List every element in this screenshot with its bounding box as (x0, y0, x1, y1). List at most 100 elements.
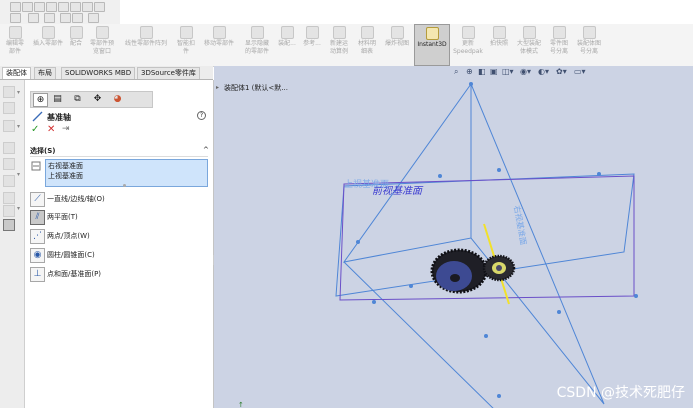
feature-icon[interactable] (3, 120, 15, 132)
cylinder-icon: ◉ (30, 248, 45, 263)
right-plane[interactable] (342, 82, 605, 405)
ok-button[interactable]: ✓ (31, 124, 39, 135)
help-icon[interactable]: ? (197, 111, 206, 120)
tab-assembly[interactable]: 装配体 (2, 67, 31, 79)
save-icon[interactable] (34, 2, 45, 12)
reference-geometry-button[interactable]: 参考... (300, 24, 324, 66)
property-manager-title: 基准轴 (47, 113, 71, 122)
dim-expert-tab-icon[interactable]: ✥ (91, 93, 104, 105)
view-icon[interactable] (60, 13, 71, 23)
option-line-edge-axis[interactable]: ⟋ 一直线/边线/轴(O) (30, 192, 200, 207)
print-icon[interactable] (46, 2, 57, 12)
new-motion-study-button[interactable]: 新建运 动算例 (326, 24, 352, 66)
selection-item[interactable]: 右视基准面 (48, 161, 205, 171)
display-manager-tab-icon[interactable]: ◕ (111, 93, 124, 105)
instant3d-icon (425, 27, 439, 40)
line-edge-icon: ⟋ (30, 192, 45, 207)
origin-triad-icon: ↑ (238, 401, 244, 408)
undo-icon[interactable] (58, 2, 69, 12)
feature-icon[interactable] (3, 86, 15, 98)
reference-geometry-icon (305, 26, 319, 39)
show-hidden-button[interactable]: 显示隐藏 的零部件 (240, 24, 274, 66)
feature-icon[interactable] (3, 102, 15, 114)
open-icon[interactable] (22, 2, 33, 12)
reference-geometry-icon[interactable] (3, 219, 15, 231)
feature-icon[interactable] (3, 192, 15, 204)
mate-icon (69, 26, 83, 39)
move-component-button[interactable]: 移动零部件 (200, 24, 238, 66)
plane-handles (356, 82, 638, 398)
pin-button[interactable]: ⇥ (62, 124, 70, 134)
file-props-icon[interactable] (10, 13, 21, 23)
speedpak-button[interactable]: 更新 Speedpak (452, 24, 484, 66)
large-assembly-icon (522, 26, 536, 39)
feature-icon[interactable] (3, 142, 15, 154)
bom-button[interactable]: 材料明 细表 (354, 24, 380, 66)
exploded-view-button[interactable]: 爆炸视图 (382, 24, 412, 66)
move-component-icon (212, 26, 226, 39)
selection-list[interactable]: 右视基准面 上视基准面 (45, 159, 208, 187)
exploded-view-icon (390, 26, 404, 39)
graphics-viewport[interactable]: ⌕ ⊕ ◧ ▣ ◫▾ ◉▾ ◐▾ ✿▾ ▭▾ ▸ 装配体1 (默认<默... 前… (214, 66, 693, 408)
watermark: CSDN @技术死肥仔 (556, 385, 685, 401)
feature-icon[interactable] (3, 205, 15, 217)
display-icon[interactable] (88, 13, 99, 23)
left-feature-strip: ▾ ▾ ▾ ▾ (0, 80, 25, 408)
edit-part-button[interactable]: 编辑零 部件 (2, 24, 28, 66)
two-planes-icon: ⫽ (30, 210, 45, 225)
feature-icon[interactable] (3, 175, 15, 187)
show-hidden-icon (250, 26, 264, 39)
assembly-features-button[interactable]: 装配... (276, 24, 298, 66)
right-plane-label: 右视基准面 (512, 205, 529, 246)
mate-button[interactable]: 配合 (68, 24, 84, 66)
linear-pattern-button[interactable]: 线性零部件阵列 (120, 24, 172, 66)
two-points-icon: ⋰ (30, 229, 45, 244)
insert-component-button[interactable]: 插入零部件 (29, 24, 67, 66)
options-icon[interactable] (94, 2, 105, 12)
option-point-and-face[interactable]: ⊥ 点和面/基准面(P) (30, 267, 200, 282)
sketch-icon[interactable] (28, 13, 39, 23)
tab-layout[interactable]: 布局 (34, 67, 56, 79)
option-two-points[interactable]: ⋰ 两点/顶点(W) (30, 229, 200, 244)
large-assembly-button[interactable]: 大型装配 体模式 (513, 24, 545, 66)
smart-fasteners-icon (179, 26, 193, 39)
component-preview-icon (95, 26, 109, 39)
smart-fasteners-button[interactable]: 智能扣件 (173, 24, 199, 66)
new-icon[interactable] (10, 2, 21, 12)
assembly-features-icon (280, 26, 294, 39)
smart-dim-icon[interactable] (44, 13, 55, 23)
large-gear[interactable] (430, 248, 488, 294)
point-face-icon: ⊥ (30, 267, 45, 282)
tab-mbd[interactable]: SOLIDWORKS MBD (61, 67, 136, 79)
insert-component-icon (41, 26, 55, 39)
selection-item[interactable]: 上视基准面 (48, 171, 205, 181)
settings-icon[interactable] (72, 13, 83, 23)
feature-tree-tab-icon[interactable]: ▤ (51, 93, 64, 105)
property-manager-tab-icon[interactable]: ⊕ (33, 93, 48, 107)
plane-icon (31, 161, 41, 171)
bom-icon (360, 26, 374, 39)
new-motion-study-icon (332, 26, 346, 39)
collapse-section-icon[interactable]: ^ (203, 146, 209, 154)
tab-3dsource[interactable]: 3DSource零件库 (137, 67, 200, 79)
selection-section-header[interactable]: 选择(S) (30, 146, 55, 156)
option-two-planes[interactable]: ⫽ 两平面(T) (30, 210, 200, 225)
edit-part-icon (8, 26, 22, 39)
quick-access-toolbar (0, 0, 120, 25)
small-gear[interactable] (482, 254, 516, 282)
assembly-number-icon (582, 26, 596, 39)
instant3d-button[interactable]: Instant3D (414, 24, 450, 66)
config-manager-tab-icon[interactable]: ⧉ (71, 93, 84, 105)
part-number-button[interactable]: 零件图 号分离 (547, 24, 571, 66)
resize-grip[interactable] (123, 184, 126, 187)
component-preview-button[interactable]: 零部件预 览窗口 (85, 24, 119, 66)
assembly-number-button[interactable]: 装配体图 号分离 (573, 24, 605, 66)
snapshot-button[interactable]: 拍快照 (487, 24, 511, 66)
select-icon[interactable] (70, 2, 81, 12)
cancel-button[interactable]: ✕ (47, 124, 55, 135)
feature-icon[interactable] (3, 158, 15, 170)
speedpak-icon (461, 26, 475, 39)
rebuild-icon[interactable] (82, 2, 93, 12)
part-number-icon (552, 26, 566, 39)
option-cylindrical-face[interactable]: ◉ 圆柱/圆锥面(C) (30, 248, 200, 263)
